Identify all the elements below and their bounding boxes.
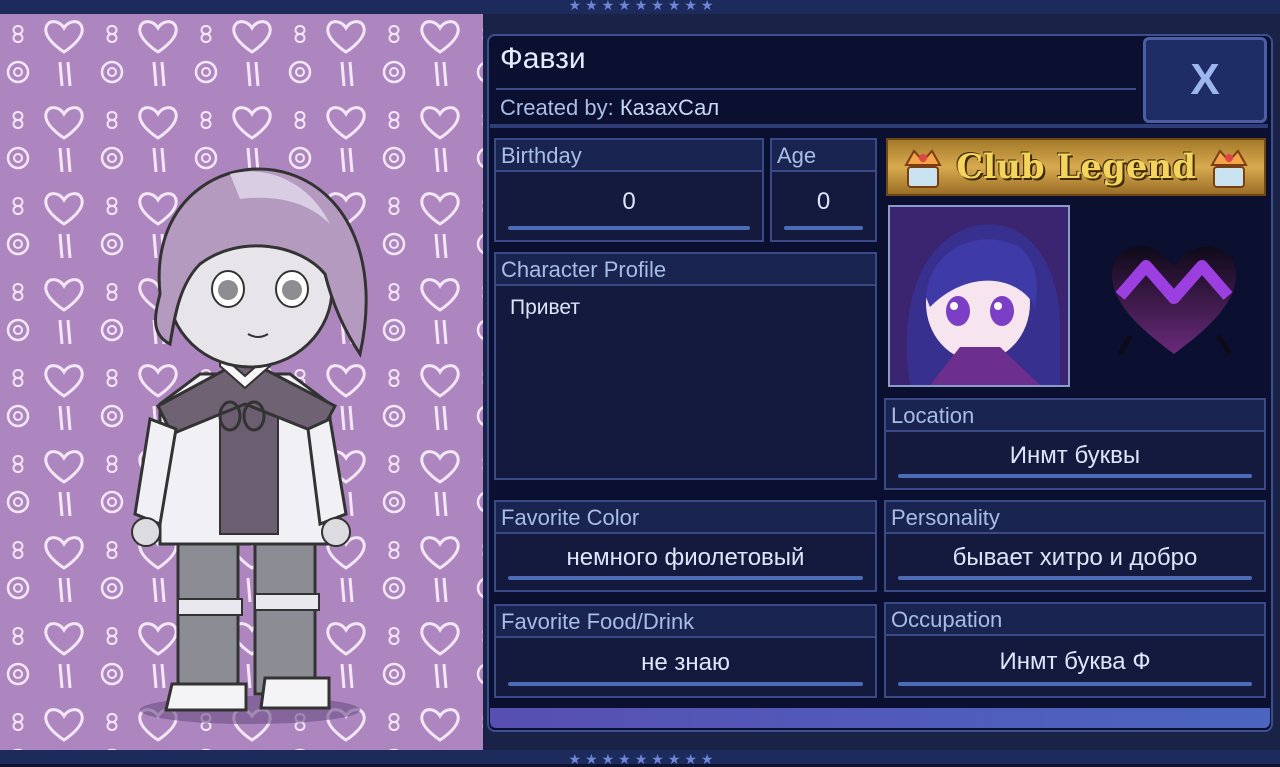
created-by-label: Created by: bbox=[500, 95, 614, 120]
character-profile-field: Character Profile Привет bbox=[494, 252, 877, 480]
character-name: Фавзи bbox=[500, 42, 586, 75]
occupation-field: Occupation Инмт буква Ф bbox=[884, 602, 1266, 698]
close-icon: X bbox=[1190, 55, 1220, 104]
favorite-color-label: Favorite Color bbox=[496, 502, 875, 534]
age-value[interactable]: 0 bbox=[772, 174, 875, 230]
name-divider bbox=[496, 88, 1136, 90]
favorite-food-label: Favorite Food/Drink bbox=[496, 606, 875, 638]
character-avatar bbox=[131, 167, 368, 724]
location-value[interactable]: Инмт буквы bbox=[886, 434, 1264, 478]
created-by: Created by: КазахСал bbox=[500, 95, 719, 121]
favorite-food-field: Favorite Food/Drink не знаю bbox=[494, 604, 877, 698]
personality-label: Personality bbox=[886, 502, 1264, 534]
character-profile-text[interactable]: Привет bbox=[510, 296, 580, 320]
occupation-underline bbox=[898, 682, 1252, 686]
top-stars-decoration: ★★★★★★★★★ bbox=[568, 0, 718, 13]
portrait-image bbox=[890, 207, 1068, 385]
creator-name: КазахСал bbox=[619, 95, 720, 120]
crown-icon bbox=[904, 149, 942, 188]
location-underline bbox=[898, 474, 1252, 478]
favorite-food-value[interactable]: не знаю bbox=[496, 640, 875, 686]
character-profile-label: Character Profile bbox=[496, 254, 875, 286]
location-label: Location bbox=[886, 400, 1264, 432]
header-divider bbox=[490, 124, 1268, 128]
character-background bbox=[0, 14, 483, 750]
club-legend-banner: Club Legend bbox=[886, 138, 1266, 196]
favorite-color-value[interactable]: немного фиолетовый bbox=[496, 536, 875, 580]
occupation-value[interactable]: Инмт буква Ф bbox=[886, 638, 1264, 686]
location-field: Location Инмт буквы bbox=[884, 398, 1266, 490]
personality-field: Personality бывает хитро и добро bbox=[884, 500, 1266, 592]
age-label: Age bbox=[772, 140, 875, 172]
favorite-food-underline bbox=[508, 682, 863, 686]
club-heart-icon bbox=[1111, 246, 1237, 356]
crown-icon bbox=[1210, 149, 1248, 188]
favorite-color-underline bbox=[508, 576, 863, 580]
personality-value[interactable]: бывает хитро и добро bbox=[886, 536, 1264, 580]
close-button[interactable]: X bbox=[1143, 37, 1267, 123]
birthday-label: Birthday bbox=[496, 140, 762, 172]
age-underline bbox=[784, 226, 863, 230]
personality-underline bbox=[898, 576, 1252, 580]
creator-portrait[interactable] bbox=[888, 205, 1070, 387]
birthday-value[interactable]: 0 bbox=[496, 174, 762, 230]
banner-text: Club Legend bbox=[956, 147, 1196, 187]
favorite-color-field: Favorite Color немного фиолетовый bbox=[494, 500, 877, 592]
birthday-field: Birthday 0 bbox=[494, 138, 764, 242]
panel-bottom-bar bbox=[490, 708, 1270, 728]
occupation-label: Occupation bbox=[886, 604, 1264, 636]
age-field: Age 0 bbox=[770, 138, 877, 242]
birthday-underline bbox=[508, 226, 750, 230]
